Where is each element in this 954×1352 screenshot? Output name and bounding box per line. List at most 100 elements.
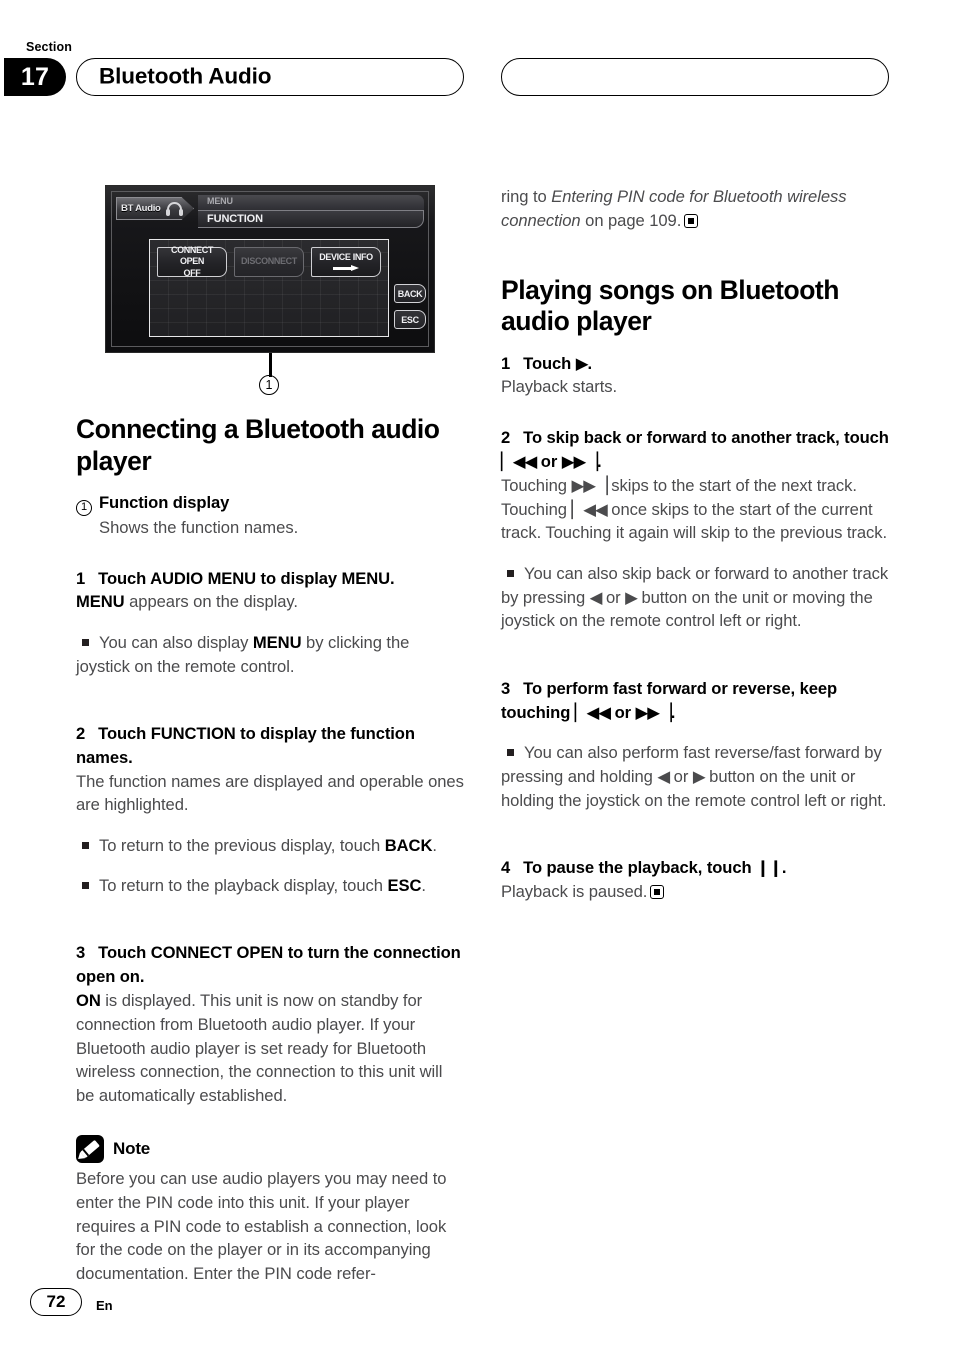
text-run-0: Touching [501, 475, 572, 495]
device-button-device-info[interactable]: DEVICE INFO [311, 247, 381, 277]
text-run-2: or [601, 587, 626, 607]
text-run-0: Playback starts. [501, 377, 618, 397]
device-button-connect-open[interactable]: CONNECT OPEN OFF [157, 245, 227, 278]
text-run-1: CONNECT OPEN [150, 943, 284, 963]
bullet-square-icon [82, 882, 89, 890]
device-button-disconnect[interactable]: DISCONNECT [234, 247, 304, 277]
right-arrow-icon [333, 265, 359, 272]
device-button-connect-open-line2: OFF [183, 267, 201, 278]
right-step-2-title: 2 To skip back or forward to another trac… [501, 426, 889, 474]
device-screenshot-figure: BT Audio MENU FUNCTION CONNECT OPEN OFF … [76, 185, 464, 397]
bullet-square-icon [82, 841, 89, 849]
left-step-2-title: 2 Touch FUNCTION to display the function … [76, 722, 464, 770]
text-run-0: Touch [98, 943, 151, 963]
right-step-3-bullet-1: You can also perform fast reverse/fast f… [501, 741, 889, 812]
headphones-icon [166, 202, 183, 217]
end-of-section-icon [650, 884, 665, 899]
text-run-1: AUDIO MENU [150, 568, 257, 588]
text-run-2: to display [256, 568, 342, 588]
device-function-panel: CONNECT OPEN OFF DISCONNECT DEVICE INFO [149, 239, 389, 337]
callout-definition-term: 1 Function display [76, 491, 464, 516]
text-run-4: . [670, 702, 676, 722]
text-run-2: . [781, 857, 787, 877]
bullet-square-icon [507, 749, 514, 756]
text-run-1: ▏◀◀ [501, 452, 537, 472]
device-button-esc[interactable]: ESC [394, 310, 426, 329]
text-run-0: The function names are displayed and ope… [76, 771, 464, 815]
section-number-badge: 17 [4, 58, 66, 96]
device-button-device-info-line1: DEVICE INFO [319, 251, 373, 262]
continuation-tail: on page 109. [580, 210, 682, 230]
text-run-0: You can also display [99, 632, 253, 652]
text-run-3: MENU [341, 568, 391, 588]
left-step-2-bullet-1: To return to the previous display, touch… [76, 834, 464, 858]
left-step-1-number: 1 [76, 568, 86, 588]
callout-definition-description: Shows the function names. [99, 517, 299, 537]
device-menu-row: MENU [198, 195, 424, 210]
right-step-1-number: 1 [501, 353, 511, 373]
text-run-0: Touch [98, 723, 151, 743]
right-column: ring to Entering PIN code for Bluetooth … [501, 185, 889, 904]
end-of-section-icon [684, 213, 699, 228]
right-step-3-title: 3 To perform fast forward or reverse, kee… [501, 677, 889, 725]
text-run-2: or [610, 702, 636, 722]
device-source-tab: BT Audio [116, 197, 194, 220]
right-step-2-body: Touching ▶▶▕ skips to the start of the n… [501, 474, 889, 545]
device-source-label: BT Audio [121, 203, 161, 214]
text-run-1: FUNCTION [150, 723, 236, 743]
left-step-1-body: MENU appears on the display. [76, 590, 464, 614]
right-step-2-number: 2 [501, 428, 511, 448]
continuation-paragraph: ring to Entering PIN code for Bluetooth … [501, 185, 889, 233]
continuation-lead: ring to [501, 187, 552, 206]
text-run-0: MENU [76, 592, 125, 612]
left-step-1-bullet-1: You can also display MENU by clicking th… [76, 631, 464, 679]
text-run-1: ESC [387, 876, 422, 896]
text-run-4: . [597, 452, 602, 472]
text-run-4: . [390, 568, 395, 588]
text-run-2: . [421, 876, 426, 896]
figure-callout: 1 [105, 353, 464, 397]
device-menu-label: MENU [207, 196, 233, 206]
left-step-3-number: 3 [76, 943, 86, 963]
text-run-3: ▶▶▕ [635, 702, 671, 722]
bullet-square-icon [507, 569, 514, 577]
text-run-0: Touch [98, 568, 151, 588]
text-run-1: ◀ [657, 766, 670, 786]
text-run-0: ON [76, 991, 101, 1011]
text-run-3: ▶ [692, 766, 706, 786]
text-run-2: . [587, 353, 592, 373]
right-step-3-number: 3 [501, 678, 511, 698]
text-run-3: ▶ [625, 587, 638, 607]
right-step-1-title: 1 Touch ▶. [501, 352, 889, 376]
text-run-3: ▏◀◀ [571, 499, 607, 519]
text-run-0: Touch [523, 353, 576, 373]
callout-leader-line [269, 353, 272, 377]
page-title: Bluetooth Audio [99, 63, 272, 89]
device-button-back[interactable]: BACK [394, 284, 426, 303]
text-run-0: To pause the playback, touch [523, 857, 756, 877]
device-topbar: BT Audio MENU FUNCTION [116, 195, 424, 229]
text-run-1: appears on the display. [124, 592, 298, 612]
text-run-1: ◀ [589, 587, 603, 607]
left-step-2-body: The function names are displayed and ope… [76, 770, 464, 818]
note-title: Note [113, 1139, 151, 1159]
text-run-1: ▶ [575, 353, 589, 373]
device-button-connect-open-line1: CONNECT OPEN [171, 245, 213, 267]
text-run-1: ▏◀◀ [574, 702, 611, 722]
left-steps-list: 1 Touch AUDIO MENU to display MENU. MENU a… [76, 567, 464, 1109]
right-section-heading: Playing songs on Bluetooth audio player [501, 274, 839, 337]
chapter-title-pill: Bluetooth Audio [76, 58, 464, 96]
left-step-2-bullet-2: To return to the playback display, touch… [76, 874, 464, 898]
text-run-0: Playback is paused. [501, 881, 648, 901]
right-step-2-bullet-1: You can also skip back or forward to ano… [501, 562, 889, 633]
right-step-4-body: Playback is paused. [501, 880, 889, 904]
right-step-1-body: Playback starts. [501, 375, 889, 399]
left-step-2-number: 2 [76, 723, 86, 743]
text-run-0: To return to the previous display, touch [99, 835, 385, 855]
left-section-heading: Connecting a Bluetooth audio player [76, 414, 440, 476]
text-run-3: ▶▶▕ [561, 452, 598, 472]
device-menu-block: MENU FUNCTION [198, 195, 424, 228]
text-run-1: BACK [384, 835, 433, 855]
left-column: BT Audio MENU FUNCTION CONNECT OPEN OFF … [76, 185, 464, 1286]
text-run-2: . [432, 835, 437, 855]
